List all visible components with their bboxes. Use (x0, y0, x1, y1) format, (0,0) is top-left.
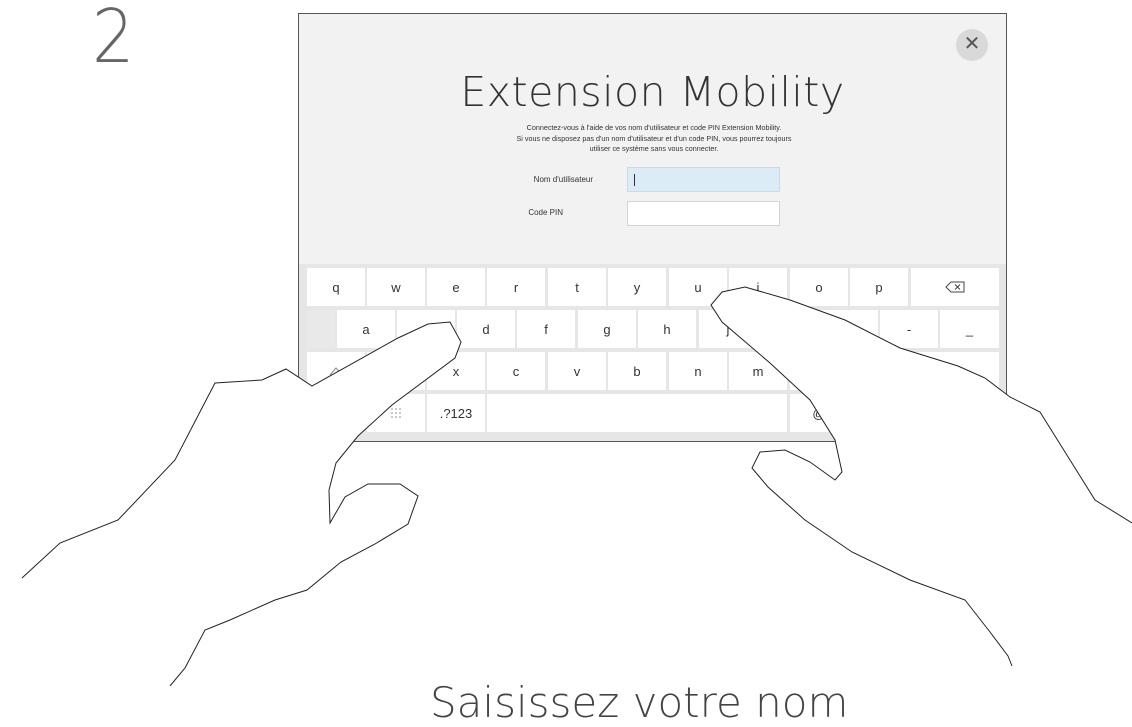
right-hand-outline (710, 286, 1132, 667)
instruction-caption: Saisissez votre nom (430, 678, 849, 727)
left-hand-outline (21, 321, 462, 686)
hands-illustration (21, 286, 1132, 686)
